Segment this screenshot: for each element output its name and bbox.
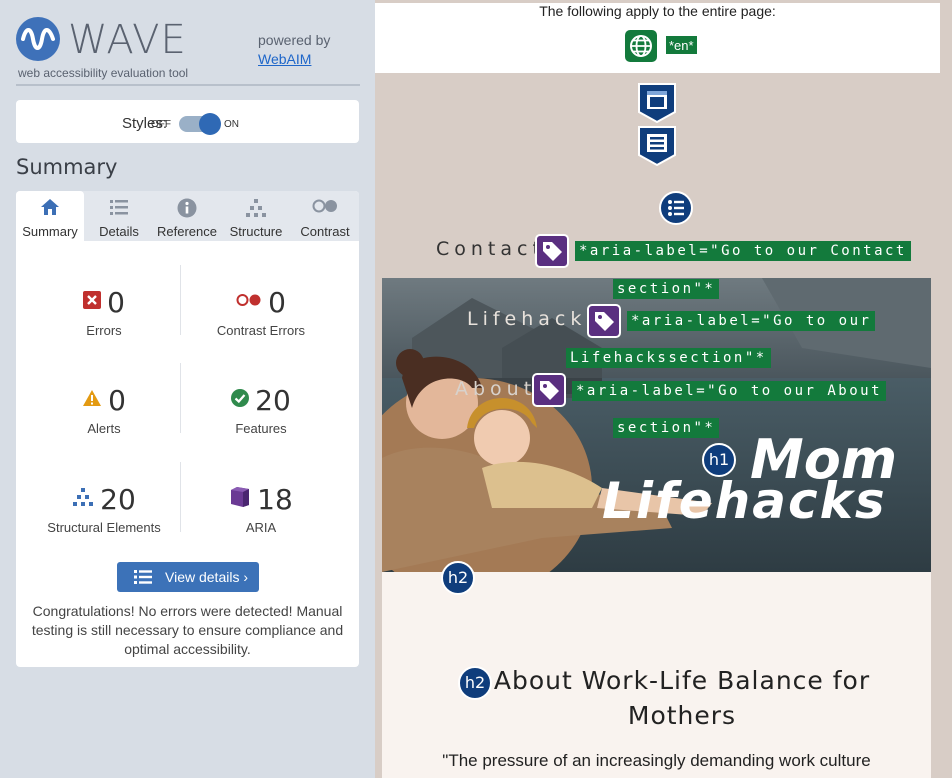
webaim-link[interactable]: WebAIM bbox=[258, 51, 311, 67]
navigation-landmark-icon[interactable] bbox=[637, 125, 677, 172]
structure-icon bbox=[245, 198, 267, 223]
tab-structure[interactable]: Structure bbox=[222, 191, 290, 241]
structural-label: Structural Elements bbox=[47, 520, 161, 535]
tab-details[interactable]: Details bbox=[85, 191, 153, 241]
header-landmark-icon[interactable] bbox=[637, 82, 677, 129]
structure-icon bbox=[72, 487, 94, 512]
stat-contrast-errors[interactable]: 0 Contrast Errors bbox=[183, 285, 339, 339]
aria-label-tag-icon[interactable] bbox=[535, 234, 569, 268]
tab-reference[interactable]: Reference bbox=[153, 191, 221, 241]
stat-alerts[interactable]: 0 Alerts bbox=[26, 383, 182, 436]
toggle-knob bbox=[199, 113, 221, 135]
errors-count: 0 bbox=[107, 285, 125, 319]
stat-aria[interactable]: 18 ARIA bbox=[183, 482, 339, 535]
aria-label-flag: *aria-label="Go to our Contact bbox=[575, 241, 911, 261]
list-icon bbox=[109, 198, 129, 221]
contrast-errors-count: 0 bbox=[268, 285, 286, 319]
h2-heading-badge[interactable]: h2 bbox=[458, 666, 492, 700]
tab-details-label: Details bbox=[99, 224, 139, 239]
h1-heading-badge[interactable]: h1 bbox=[702, 443, 736, 477]
tab-contrast-label: Contrast bbox=[300, 224, 350, 239]
nav-link-lifehacks[interactable]: Lifehacks bbox=[467, 308, 601, 330]
features-count: 20 bbox=[255, 383, 291, 417]
aria-label: ARIA bbox=[245, 520, 277, 535]
contrast-icon bbox=[312, 198, 338, 219]
home-icon bbox=[40, 198, 60, 221]
summary-panel: Summary Details Reference Structure Cont… bbox=[16, 191, 359, 667]
feature-check-icon bbox=[231, 388, 250, 412]
wave-sidebar: WAVE web accessibility evaluation tool p… bbox=[0, 0, 375, 778]
styles-on-label: ON bbox=[224, 119, 239, 130]
page-level-text: The following apply to the entire page: bbox=[539, 3, 776, 19]
language-flag[interactable]: *en* bbox=[665, 35, 698, 55]
aria-label-tag-icon[interactable] bbox=[587, 304, 621, 338]
styles-toggle-switch[interactable] bbox=[179, 113, 221, 135]
hero-title-lifehacks: Lifehacks bbox=[602, 472, 887, 530]
alert-icon bbox=[82, 389, 102, 412]
alerts-label: Alerts bbox=[87, 421, 121, 436]
stat-errors[interactable]: 0 Errors bbox=[26, 285, 182, 338]
view-details-button[interactable]: View details › bbox=[117, 562, 259, 592]
summary-heading: Summary bbox=[16, 155, 118, 179]
features-label: Features bbox=[235, 421, 287, 436]
aria-label-tag-icon[interactable] bbox=[532, 373, 566, 407]
section-quote: "The pressure of an increasingly demandi… bbox=[442, 751, 871, 770]
aria-cube-icon bbox=[229, 486, 251, 513]
stat-divider bbox=[180, 363, 181, 433]
tab-summary-label: Summary bbox=[22, 224, 78, 239]
errors-label: Errors bbox=[86, 323, 122, 338]
page-preview: The following apply to the entire page: … bbox=[375, 0, 952, 778]
stat-features[interactable]: 20 Features bbox=[183, 383, 339, 436]
section-heading: About Work-Life Balance for Mothers bbox=[493, 666, 871, 730]
powered-by-label: powered by bbox=[258, 32, 331, 48]
panel-tabs: Summary Details Reference Structure Cont… bbox=[16, 191, 359, 241]
tab-reference-label: Reference bbox=[157, 224, 217, 239]
contrast-error-icon bbox=[236, 293, 262, 312]
styles-toggle-box: Styles: OFF ON bbox=[16, 100, 359, 143]
contrast-errors-label: Contrast Errors bbox=[216, 323, 306, 338]
congrats-message: Congratulations! No errors were detected… bbox=[31, 603, 344, 657]
tab-structure-label: Structure bbox=[229, 224, 283, 239]
h2-heading-badge[interactable]: h2 bbox=[441, 561, 475, 595]
list-icon bbox=[133, 569, 153, 588]
wave-tagline: web accessibility evaluation tool bbox=[18, 66, 189, 80]
alerts-count: 0 bbox=[108, 383, 126, 417]
styles-off-label: OFF bbox=[151, 119, 171, 130]
unordered-list-icon[interactable] bbox=[659, 191, 693, 225]
stat-structural-elements[interactable]: 20 Structural Elements bbox=[26, 482, 182, 536]
error-icon bbox=[83, 290, 102, 314]
language-globe-icon[interactable] bbox=[625, 30, 657, 62]
aria-label-flag: section"* bbox=[613, 418, 720, 438]
stat-divider bbox=[180, 462, 181, 532]
tab-contrast[interactable]: Contrast bbox=[291, 191, 359, 241]
wave-logo-text: WAVE bbox=[68, 17, 187, 63]
nav-link-contact[interactable]: Contact bbox=[436, 238, 545, 260]
aria-label-flag: section"* bbox=[613, 279, 720, 299]
aria-label-flag: Lifehackssection"* bbox=[566, 348, 771, 368]
aria-count: 18 bbox=[257, 482, 293, 516]
tab-summary[interactable]: Summary bbox=[16, 191, 84, 241]
wave-logo-icon bbox=[16, 17, 60, 61]
stat-divider bbox=[180, 265, 181, 335]
divider bbox=[16, 84, 360, 86]
aria-label-flag: *aria-label="Go to our bbox=[627, 311, 876, 331]
structural-count: 20 bbox=[100, 482, 136, 516]
view-details-label: View details › bbox=[165, 569, 249, 585]
nav-link-about[interactable]: About bbox=[455, 378, 536, 400]
info-icon bbox=[177, 198, 197, 223]
aria-label-flag: *aria-label="Go to our About bbox=[572, 381, 887, 401]
